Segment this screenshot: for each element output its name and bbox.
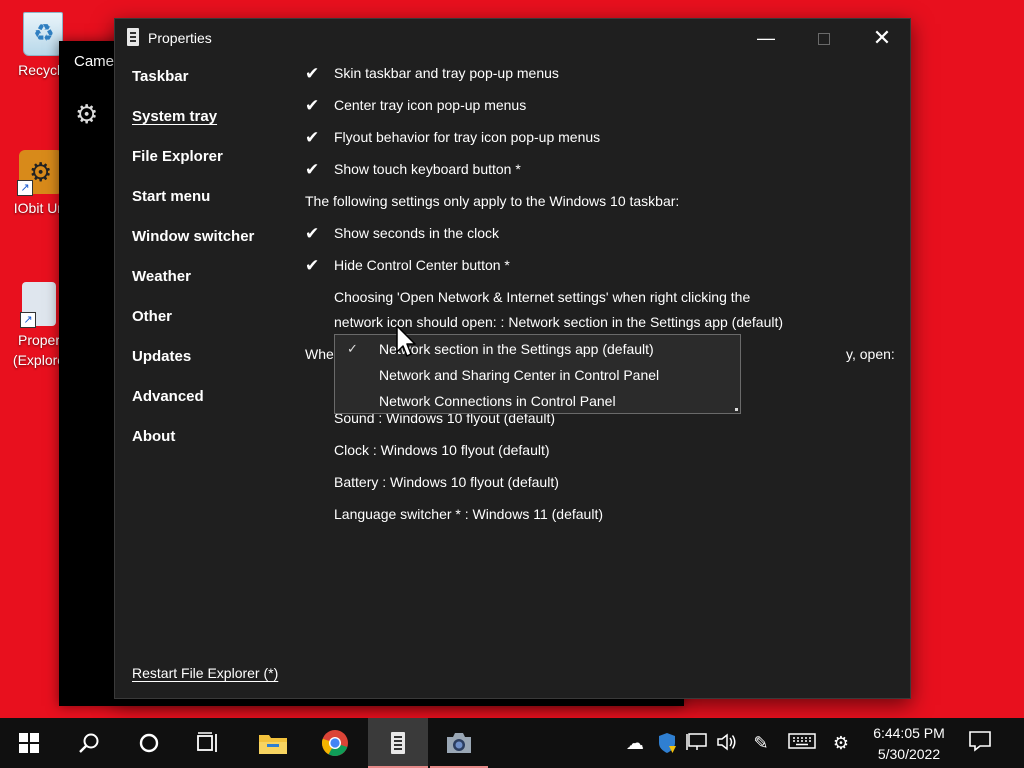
checkmark-icon: ✔ (305, 64, 320, 83)
flyout-header-partial: Whe (305, 346, 334, 362)
chrome-button[interactable] (306, 718, 364, 768)
sidebar-item-window-switcher[interactable]: Window switcher (132, 227, 292, 267)
dropdown-option-network-connections[interactable]: Network Connections in Control Panel (335, 388, 740, 414)
app-icon (127, 28, 139, 46)
taskbar-clock[interactable]: 6:44:05 PM 5/30/2022 (862, 723, 956, 765)
pen-icon[interactable]: ✎ (750, 732, 772, 754)
checkmark-icon: ✔ (305, 96, 320, 115)
windows-logo-icon (19, 733, 39, 753)
close-button[interactable]: ✕ (853, 19, 911, 57)
monitor-icon (686, 733, 707, 750)
checkbox-label: Show seconds in the clock (334, 225, 499, 241)
dropdown-option-sharing-center[interactable]: Network and Sharing Center in Control Pa… (335, 362, 740, 388)
dropdown-option-label: Network and Sharing Center in Control Pa… (379, 367, 660, 383)
flyout-setting-clock[interactable]: Clock : Windows 10 flyout (default) (334, 442, 550, 458)
search-icon (79, 733, 99, 753)
maximize-icon (818, 33, 830, 46)
camera-icon (447, 733, 471, 753)
sidebar-item-start-menu[interactable]: Start menu (132, 187, 292, 227)
flyout-setting-battery[interactable]: Battery : Windows 10 flyout (default) (334, 474, 559, 490)
camera-taskbar-button[interactable] (430, 718, 488, 768)
file-explorer-button[interactable] (244, 718, 302, 768)
properties-taskbar-button[interactable] (368, 718, 428, 768)
title-bar[interactable]: Properties — ✕ (115, 19, 910, 57)
chrome-icon (321, 730, 348, 757)
network-setting-text: Choosing 'Open Network & Internet settin… (334, 289, 751, 305)
checkmark-icon: ✓ (347, 341, 358, 356)
start-button[interactable] (0, 718, 58, 768)
search-button[interactable] (60, 718, 118, 768)
clock-date: 5/30/2022 (877, 746, 941, 762)
camera-window-title: Camer (74, 53, 120, 70)
shortcut-arrow-icon: ↗ (20, 312, 36, 328)
sidebar: Taskbar System tray File Explorer Start … (132, 67, 292, 467)
sidebar-item-system-tray[interactable]: System tray (132, 107, 292, 147)
onedrive-icon[interactable]: ☁ (624, 732, 646, 754)
task-view-button[interactable] (180, 718, 238, 768)
sidebar-item-advanced[interactable]: Advanced (132, 387, 292, 427)
shortcut-arrow-icon: ↗ (17, 180, 33, 196)
dropdown-option-label: Network section in the Settings app (def… (379, 341, 654, 357)
speaker-icon (717, 733, 736, 751)
folder-icon (259, 735, 287, 754)
flyout-setting-language-switcher[interactable]: Language switcher * : Windows 11 (defaul… (334, 506, 603, 522)
minimize-button[interactable]: — (737, 19, 795, 57)
restart-explorer-link[interactable]: Restart File Explorer (*) (132, 665, 278, 681)
sidebar-item-about[interactable]: About (132, 427, 292, 467)
touch-keyboard-icon[interactable] (788, 732, 816, 754)
win10-section-header: The following settings only apply to the… (305, 193, 680, 209)
sidebar-item-taskbar[interactable]: Taskbar (132, 67, 292, 107)
volume-icon[interactable] (716, 732, 738, 754)
mouse-cursor-icon (396, 325, 416, 357)
iobit-unlocker-icon: ↗ (17, 150, 63, 196)
sidebar-item-weather[interactable]: Weather (132, 267, 292, 307)
cortana-icon (139, 733, 159, 753)
resize-grip[interactable] (735, 408, 738, 411)
flyout-header-partial-end: y, open: (846, 346, 895, 362)
checkmark-icon: ✔ (305, 224, 320, 243)
checkmark-icon: ✔ (305, 128, 320, 147)
cortana-button[interactable] (120, 718, 178, 768)
window-title: Properties (148, 30, 212, 46)
action-center-button[interactable] (968, 730, 998, 756)
gear-icon[interactable]: ⚙ (75, 99, 98, 130)
keyboard-icon (788, 733, 816, 749)
checkbox-label: Center tray icon pop-up menus (334, 97, 527, 113)
windows-security-icon[interactable] (656, 732, 678, 754)
taskbar: ☁ ✎ ⚙ 6:44:05 PM 5/30/2022 (0, 718, 1024, 768)
shield-icon (659, 733, 676, 753)
dropdown-option-label: Network Connections in Control Panel (379, 393, 616, 409)
checkbox-label: Show touch keyboard button * (334, 161, 521, 177)
checkmark-icon: ✔ (305, 256, 320, 275)
checkbox-label: Flyout behavior for tray icon pop-up men… (334, 129, 601, 145)
notification-icon (969, 731, 991, 752)
sidebar-item-updates[interactable]: Updates (132, 347, 292, 387)
gear-icon[interactable]: ⚙ (830, 732, 852, 754)
checkbox-label: Hide Control Center button * (334, 257, 510, 273)
checkbox-label: Skin taskbar and tray pop-up menus (334, 65, 559, 81)
properties-app-icon: ↗ (20, 282, 56, 328)
sidebar-item-file-explorer[interactable]: File Explorer (132, 147, 292, 187)
properties-app-icon (391, 732, 405, 754)
sidebar-item-other[interactable]: Other (132, 307, 292, 347)
task-view-icon (197, 732, 217, 752)
maximize-button[interactable] (795, 19, 853, 57)
clock-time: 6:44:05 PM (873, 725, 945, 741)
network-icon[interactable] (686, 732, 708, 754)
recycle-bin-icon (23, 12, 63, 56)
checkmark-icon: ✔ (305, 160, 320, 179)
